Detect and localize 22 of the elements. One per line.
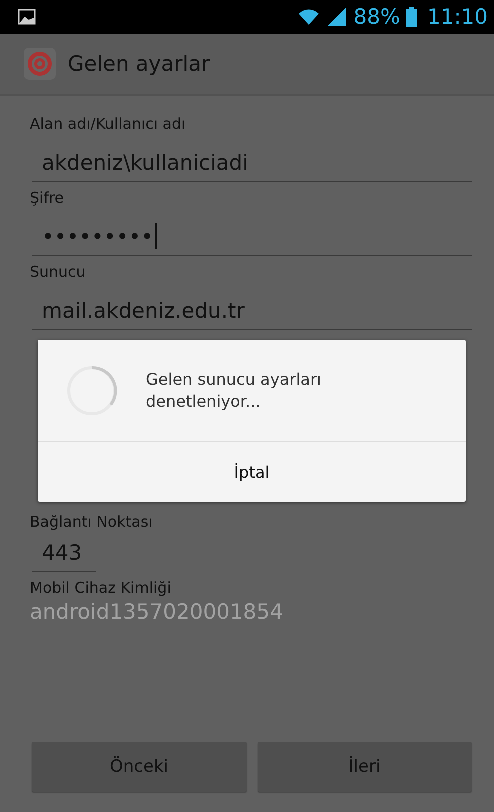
text-field[interactable]: akdeniz\kullaniciadi (32, 140, 472, 182)
nav-button[interactable]: Önceki (32, 742, 246, 792)
password-field[interactable]: ••••••••• (32, 214, 472, 256)
dialog-message: Gelen sunucu ayarları denetleniyor... (146, 368, 322, 412)
cancel-button[interactable]: İptal (38, 442, 466, 502)
wifi-icon (298, 8, 320, 26)
spinner-icon (66, 364, 118, 416)
battery-percent: 88% (354, 5, 400, 29)
field-label: Bağlantı Noktası (30, 512, 154, 532)
screen-title: Gelen ayarlar (68, 52, 210, 76)
text-field[interactable]: mail.akdeniz.edu.tr (32, 288, 472, 330)
field-label: Mobil Cihaz Kimliği (30, 578, 172, 598)
nav-button[interactable]: İleri (258, 742, 472, 792)
port-field[interactable]: 443 (32, 538, 96, 572)
device-id-value: android1357020001854 (30, 600, 284, 624)
battery-icon (406, 7, 418, 27)
field-label: Alan adı/Kullanıcı adı (30, 114, 187, 134)
signal-icon (326, 7, 348, 27)
field-label: Sunucu (30, 262, 87, 282)
field-label: Şifre (30, 188, 66, 208)
picture-icon (18, 9, 36, 25)
clock: 11:10 (427, 5, 488, 29)
